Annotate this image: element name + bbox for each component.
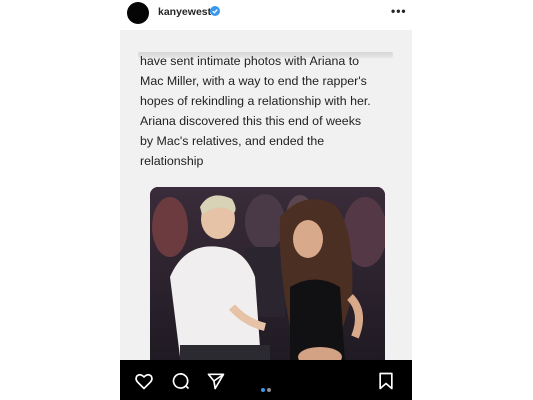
caption-text: have sent intimate photos with Ariana to…	[140, 51, 402, 171]
couple-photo-illustration	[150, 187, 385, 382]
carousel-dot	[267, 388, 271, 392]
instagram-post: kanyewest ••• have sent intimate photos …	[120, 0, 412, 400]
carousel-indicator	[260, 379, 272, 397]
verified-badge-icon	[210, 6, 220, 16]
bookmark-icon[interactable]	[376, 371, 396, 391]
more-options-button[interactable]: •••	[391, 4, 407, 18]
action-bar	[120, 360, 412, 400]
embedded-photo	[150, 187, 385, 382]
post-image: have sent intimate photos with Ariana to…	[120, 30, 412, 382]
caption-line: Mac Miller, with a way to end the rapper…	[140, 74, 367, 88]
caption-line: have sent intimate photos with Ariana to	[140, 54, 360, 68]
caption-line: relationship	[140, 154, 204, 168]
heart-icon[interactable]	[134, 371, 154, 391]
share-icon[interactable]	[206, 371, 226, 391]
carousel-dot-active	[261, 388, 265, 392]
caption-line: Ariana discovered this this end of weeks	[140, 114, 362, 128]
caption-line: by Mac's relatives, and ended the	[140, 134, 325, 148]
username[interactable]: kanyewest	[158, 6, 211, 18]
caption-line: hopes of rekindling a relationship with …	[140, 94, 371, 108]
comment-icon[interactable]	[171, 371, 191, 391]
avatar[interactable]	[127, 2, 149, 24]
post-header: kanyewest •••	[120, 0, 412, 30]
